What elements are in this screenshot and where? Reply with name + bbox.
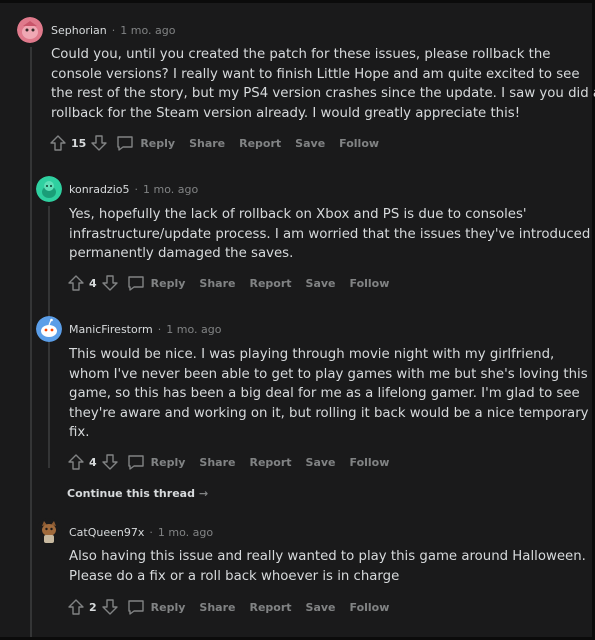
- share-button[interactable]: Share: [189, 137, 225, 150]
- meta-separator: ·: [157, 322, 162, 336]
- save-button[interactable]: Save: [306, 601, 336, 614]
- share-button[interactable]: Share: [199, 277, 235, 290]
- report-button[interactable]: Report: [249, 277, 291, 290]
- comment-actions: 4 Reply Share Report Save Follow: [67, 451, 397, 473]
- comment-line: infrastructure/update process. I am worr…: [69, 226, 591, 242]
- reply-button[interactable]: Reply: [151, 277, 186, 290]
- avatar[interactable]: [36, 176, 62, 202]
- comment-body: Yes, hopefully the lack of rollback on X…: [69, 205, 590, 264]
- vote-score: 2: [89, 600, 97, 614]
- comment-line: Please do a fix or a roll back whoever i…: [69, 568, 400, 584]
- comment-line: rollback for the Steam version already. …: [51, 105, 521, 121]
- comment-line: Yes, hopefully the lack of rollback on X…: [69, 207, 527, 222]
- arrow-right-icon: →: [198, 487, 209, 500]
- comment-body: Could you, until you created the patch f…: [51, 45, 595, 123]
- comment-meta: CatQueen97x · 1 mo. ago: [69, 524, 213, 540]
- comment-line: they're aware and working on it, but rol…: [69, 405, 589, 421]
- comment-timestamp[interactable]: 1 mo. ago: [166, 323, 221, 336]
- comment-bubble-icon[interactable]: [127, 598, 145, 616]
- comment-meta: konradzio5 · 1 mo. ago: [69, 181, 198, 197]
- comment-bubble-icon[interactable]: [127, 274, 145, 292]
- comment-line: Also having this issue and really wanted…: [69, 549, 586, 564]
- reply-button[interactable]: Reply: [151, 456, 186, 469]
- save-button[interactable]: Save: [295, 137, 325, 150]
- vote-score: 15: [71, 136, 87, 150]
- comment-meta: ManicFirestorm · 1 mo. ago: [69, 321, 221, 337]
- comment-author[interactable]: Sephorian: [51, 24, 107, 37]
- downvote-arrow-icon[interactable]: [101, 274, 119, 292]
- comment-body: Also having this issue and really wanted…: [69, 547, 586, 586]
- comment-line: permanently damaged the saves.: [69, 246, 294, 262]
- reply-button[interactable]: Reply: [151, 601, 186, 614]
- comment-author[interactable]: CatQueen97x: [69, 526, 144, 539]
- top-border: [0, 0, 595, 3]
- upvote-arrow-icon[interactable]: [49, 134, 67, 152]
- reply-button[interactable]: Reply: [140, 137, 175, 150]
- comment-actions: 15 Reply Share Report Save Follow: [49, 132, 387, 154]
- comment-bubble-icon[interactable]: [127, 453, 145, 471]
- downvote-arrow-icon[interactable]: [90, 134, 108, 152]
- comment-timestamp[interactable]: 1 mo. ago: [143, 183, 198, 196]
- comment-actions: 2 Reply Share Report Save Follow: [67, 596, 397, 618]
- report-button[interactable]: Report: [249, 601, 291, 614]
- comment-line: fix.: [69, 425, 90, 441]
- comment-line: console versions? I really want to finis…: [51, 66, 580, 82]
- comment-author[interactable]: konradzio5: [69, 183, 129, 196]
- comment-line: Could you, until you created the patch f…: [51, 47, 551, 62]
- comment-meta: Sephorian · 1 mo. ago: [51, 22, 175, 38]
- follow-button[interactable]: Follow: [350, 456, 390, 469]
- comment-line: whom I've never been able to get to play…: [69, 366, 588, 382]
- comment-line: This would be nice. I was playing throug…: [69, 347, 555, 362]
- meta-separator: ·: [149, 525, 153, 539]
- comment-bubble-icon[interactable]: [116, 134, 134, 152]
- downvote-arrow-icon[interactable]: [101, 598, 119, 616]
- comment-author[interactable]: ManicFirestorm: [69, 323, 153, 336]
- save-button[interactable]: Save: [306, 456, 336, 469]
- meta-separator: ·: [111, 23, 116, 37]
- comment-actions: 4 Reply Share Report Save Follow: [67, 272, 397, 294]
- upvote-arrow-icon[interactable]: [67, 274, 85, 292]
- follow-button[interactable]: Follow: [350, 277, 390, 290]
- comment-timestamp[interactable]: 1 mo. ago: [158, 526, 213, 539]
- report-button[interactable]: Report: [239, 137, 281, 150]
- comment-timestamp[interactable]: 1 mo. ago: [120, 24, 175, 37]
- continue-thread-link[interactable]: Continue this thread →: [67, 487, 208, 500]
- avatar[interactable]: [36, 316, 62, 342]
- report-button[interactable]: Report: [249, 456, 291, 469]
- comment-line: game, so this has been a big deal for me…: [69, 386, 580, 402]
- follow-button[interactable]: Follow: [350, 601, 390, 614]
- comment-line: the rest of the story, but my PS4 versio…: [51, 86, 595, 102]
- share-button[interactable]: Share: [199, 601, 235, 614]
- vote-score: 4: [89, 455, 97, 469]
- follow-button[interactable]: Follow: [339, 137, 379, 150]
- avatar[interactable]: [36, 518, 62, 544]
- vote-score: 4: [89, 276, 97, 290]
- avatar[interactable]: [17, 17, 43, 43]
- meta-separator: ·: [134, 182, 138, 196]
- comment-body: This would be nice. I was playing throug…: [69, 345, 589, 443]
- continue-thread-label: Continue this thread: [67, 487, 195, 500]
- downvote-arrow-icon[interactable]: [101, 453, 119, 471]
- save-button[interactable]: Save: [306, 277, 336, 290]
- share-button[interactable]: Share: [199, 456, 235, 469]
- upvote-arrow-icon[interactable]: [67, 453, 85, 471]
- upvote-arrow-icon[interactable]: [67, 598, 85, 616]
- thread-line-level1[interactable]: [30, 47, 32, 637]
